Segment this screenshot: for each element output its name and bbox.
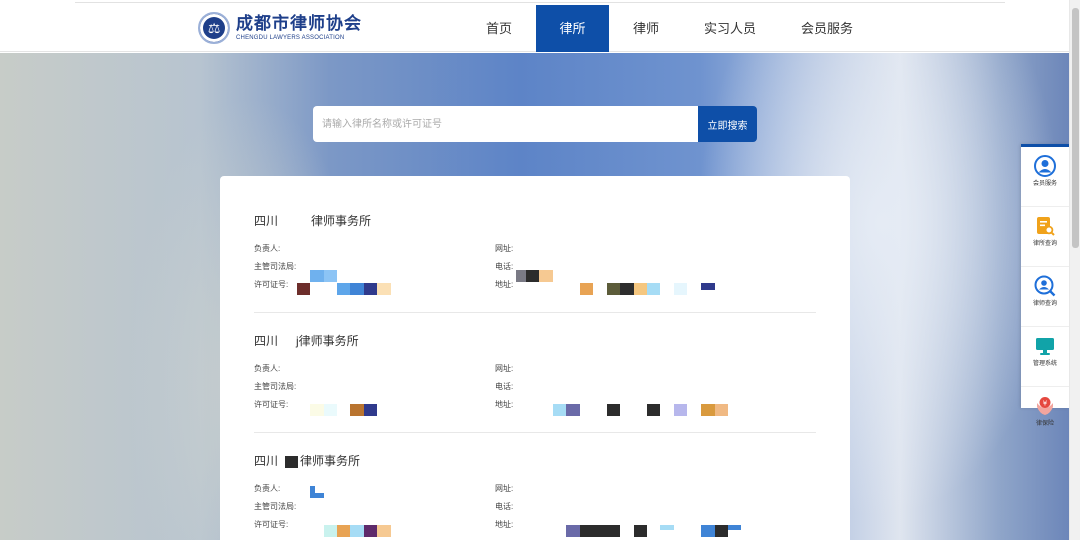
license-label: 许可证号: [254,280,289,289]
phone-label: 电话: [495,502,514,511]
side-label: 管理系统 [1032,361,1057,367]
firm-name-suffix: 律师事务所 [311,214,372,228]
monitor-icon [1036,338,1054,355]
leader-label: 负责人: [254,244,281,253]
scrollbar-thumb[interactable] [1072,8,1079,248]
firm-province: 四川 [254,214,279,228]
document-search-icon [1037,217,1055,236]
results-card: 四川 律师事务所 负责人: 主管司法局: 许可证号: 网址: 电话: 地址: 四川… [220,176,850,540]
side-label: 律师查询 [1032,301,1057,307]
nav-member-services[interactable]: 会员服务 [777,5,877,52]
website-label: 网址: [495,364,514,373]
firm-entry[interactable]: 四川 j律师事务所 [254,333,816,349]
logo-text: 成都市律师协会 CHENGDU LAWYERS ASSOCIATION [236,14,362,42]
logo-english-name: CHENGDU LAWYERS ASSOCIATION [236,35,345,41]
search-bar: 立即搜索 [313,106,757,142]
logo-chinese-name: 成都市律师协会 [236,14,362,34]
firm-province: 四川 [254,454,279,468]
firm-name[interactable]: 四川 j律师事务所 [254,333,816,349]
leader-label: 负责人: [254,364,281,373]
svg-text:¥: ¥ [1043,399,1048,407]
nav-law-firms[interactable]: 律所 [536,5,609,52]
address-label: 地址: [495,280,514,289]
license-label: 许可证号: [254,400,289,409]
insurance-icon: ¥ [1037,397,1053,415]
separator [254,432,816,433]
side-member-services[interactable]: 会员服务 [1021,155,1069,207]
address-label: 地址: [495,520,514,529]
main-nav: 首页 律所 律师 实习人员 会员服务 [460,5,877,52]
phone-label: 电话: [495,262,514,271]
firm-entry[interactable]: 四川 律师事务所 [254,453,816,469]
page-scrollbar[interactable] [1069,0,1080,540]
address-label: 地址: [495,400,514,409]
nav-interns[interactable]: 实习人员 [683,5,777,52]
side-quick-links: 会员服务 律所查询 律师查询 管理系统 ¥ 律保险 [1021,144,1069,427]
firm-entry[interactable]: 四川 律师事务所 [254,213,816,229]
association-emblem-icon [198,12,230,44]
firm-name[interactable]: 四川 律师事务所 [254,213,816,229]
nav-lawyers[interactable]: 律师 [609,5,683,52]
phone-label: 电话: [495,382,514,391]
bureau-label: 主管司法局: [254,502,297,511]
website-label: 网址: [495,484,514,493]
header-top-line [75,0,1005,3]
side-label: 会员服务 [1032,181,1057,187]
search-button[interactable]: 立即搜索 [698,106,757,142]
side-label: 律所查询 [1032,241,1057,247]
user-circle-icon [1034,155,1056,177]
redacted-name-block [285,456,299,468]
firm-name-suffix: j律师事务所 [296,334,359,348]
firm-name[interactable]: 四川 律师事务所 [254,453,816,469]
nav-home[interactable]: 首页 [460,5,538,52]
firm-name-suffix: 律师事务所 [300,454,361,468]
side-management-system[interactable]: 管理系统 [1021,335,1069,387]
bureau-label: 主管司法局: [254,262,297,271]
side-insurance[interactable]: ¥ 律保险 [1021,395,1069,447]
search-input[interactable] [313,106,698,142]
side-firm-search[interactable]: 律所查询 [1021,215,1069,267]
side-label: 律保险 [1035,421,1054,427]
leader-label: 负责人: [254,484,281,493]
site-logo[interactable]: 成都市律师协会 CHENGDU LAWYERS ASSOCIATION [198,12,362,44]
website-label: 网址: [495,244,514,253]
firm-province: 四川 [254,334,279,348]
separator [254,312,816,313]
site-header: 成都市律师协会 CHENGDU LAWYERS ASSOCIATION 首页 律… [0,0,1069,52]
bureau-label: 主管司法局: [254,382,297,391]
side-lawyer-search[interactable]: 律师查询 [1021,275,1069,327]
person-search-icon [1034,275,1056,297]
license-label: 许可证号: [254,520,289,529]
